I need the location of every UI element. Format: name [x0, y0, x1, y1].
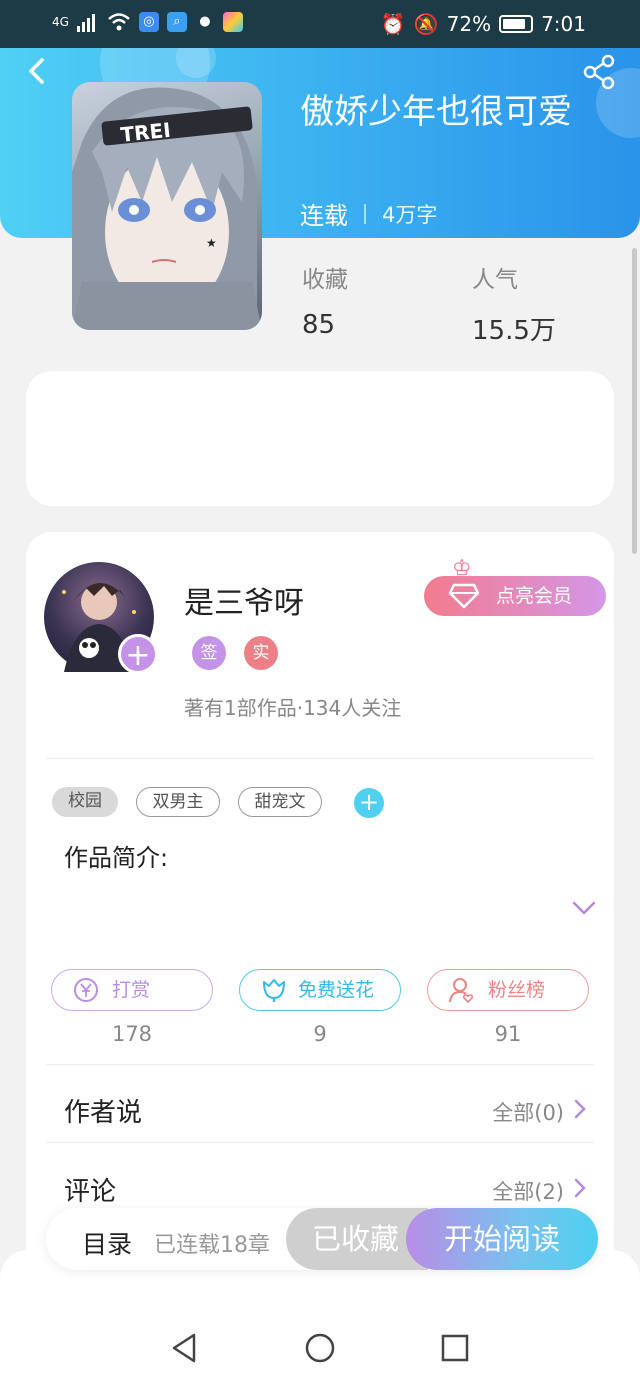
author-subtitle: 著有1部作品·134人关注 [184, 696, 402, 720]
author-says-all-link[interactable]: 全部(0) [492, 1097, 564, 1127]
chevron-right-icon[interactable] [572, 1177, 588, 1199]
wifi-icon [108, 13, 130, 31]
book-title: 傲娇少年也很可爱 [300, 92, 572, 132]
intro-label: 作品简介: [64, 844, 169, 872]
chevron-right-icon[interactable] [572, 1098, 588, 1120]
stat-label: 人气 [472, 267, 518, 293]
stat-favorites: 收藏 85 [302, 260, 348, 340]
mute-icon: 🔕 [413, 12, 439, 36]
system-nav-bar [0, 1250, 640, 1387]
app-notify-icon-2 [222, 12, 243, 32]
reward-count: 178 [111, 1022, 153, 1046]
fan-ranking-button[interactable]: 粉丝榜 [427, 969, 589, 1011]
chevron-down-icon[interactable] [572, 900, 596, 916]
book-meta: 连载 4万字 [300, 196, 437, 231]
signal-icon [76, 14, 95, 32]
divider [46, 758, 594, 759]
network-type: 4G [52, 15, 69, 29]
reward-label: 打赏 [112, 979, 151, 1001]
meta-divider [364, 203, 366, 224]
signed-badge: 签 [192, 636, 226, 670]
status-left: 4G ◎ ⌕ ● [52, 12, 243, 32]
clock: 7:01 [541, 12, 586, 36]
fan-user-icon [449, 978, 474, 1004]
vip-button-label: 点亮会员 [496, 585, 573, 607]
nav-back-icon[interactable] [170, 1332, 198, 1364]
book-status: 连载 [300, 202, 348, 230]
toc-button[interactable]: 目录 [82, 1225, 132, 1261]
status-bar: 4G ◎ ⌕ ● ⏰ 🔕 72% 7:01 [0, 0, 640, 48]
blank-card [26, 371, 614, 506]
fan-ranking-label: 粉丝榜 [488, 979, 546, 1001]
stat-value: 85 [302, 310, 336, 340]
share-icon[interactable] [582, 54, 616, 90]
book-cover[interactable]: TREI ★ [72, 82, 262, 330]
status-right: ⏰ 🔕 72% 7:01 [381, 12, 586, 36]
divider [46, 1064, 594, 1065]
search-app-icon: ⌕ [166, 12, 187, 32]
send-flower-button[interactable]: 免费送花 [239, 969, 401, 1011]
back-arrow-icon[interactable] [22, 56, 52, 86]
battery-icon [499, 15, 534, 33]
comments-all-link[interactable]: 全部(2) [492, 1176, 564, 1206]
flower-count: 9 [313, 1022, 327, 1046]
yen-coin-icon [74, 978, 98, 1002]
comments-label: 评论 [64, 1177, 117, 1207]
nav-recents-icon[interactable] [441, 1332, 469, 1364]
alarm-icon: ⏰ [380, 12, 406, 36]
tag-sweet-romance[interactable]: 甜宠文 [238, 787, 322, 817]
verified-badge: 实 [244, 636, 278, 670]
diamond-icon [448, 583, 480, 609]
svg-text:★: ★ [206, 236, 217, 250]
follow-plus-icon[interactable]: + [118, 634, 158, 674]
stat-popularity: 人气 15.5万 [472, 260, 556, 347]
divider [46, 1142, 594, 1143]
tag-campus[interactable]: 校园 [52, 787, 118, 817]
battery-percent: 72% [446, 12, 492, 36]
add-tag-plus-icon[interactable]: + [354, 788, 384, 818]
wechat-icon: ● [199, 14, 211, 29]
author-name[interactable]: 是三爷呀 [184, 578, 304, 622]
start-reading-button[interactable]: 开始阅读 [406, 1208, 598, 1270]
word-count: 4万字 [382, 202, 438, 227]
author-says-label: 作者说 [64, 1098, 143, 1128]
scrollbar[interactable] [632, 248, 637, 554]
tag-double-male-lead[interactable]: 双男主 [136, 787, 220, 817]
stat-value: 15.5万 [472, 316, 556, 346]
app-notify-icon-1: ◎ [138, 12, 159, 32]
cover-illustration: TREI ★ [72, 87, 262, 330]
flower-icon [263, 979, 285, 1002]
stat-label: 收藏 [302, 267, 348, 293]
chapter-count: 已连载18章 [154, 1233, 270, 1258]
fan-count: 91 [494, 1022, 522, 1046]
reward-button[interactable]: 打赏 [51, 969, 213, 1011]
send-flower-label: 免费送花 [298, 979, 375, 1001]
nav-home-icon[interactable] [304, 1332, 336, 1364]
